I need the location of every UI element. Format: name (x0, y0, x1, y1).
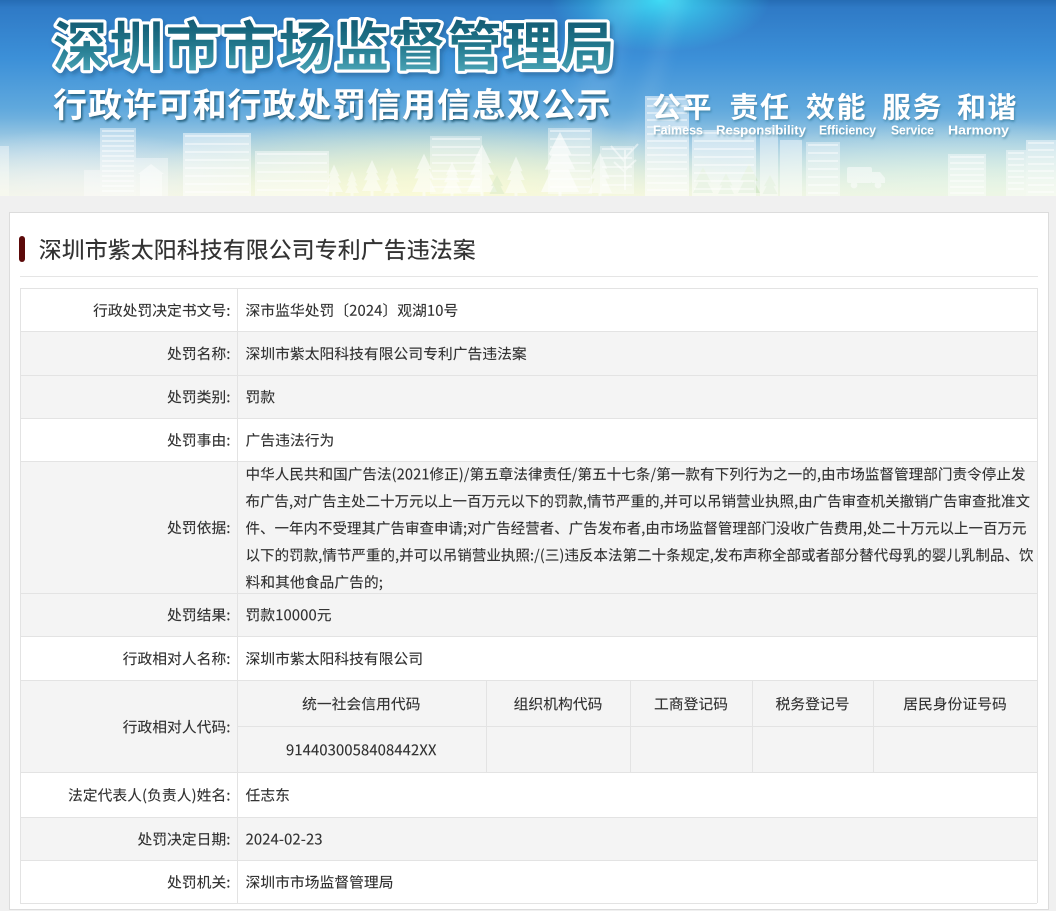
svg-text:Faimess: Faimess (653, 123, 703, 138)
svg-text:Service: Service (891, 123, 934, 138)
svg-text:Harmony: Harmony (948, 123, 1010, 138)
svg-text:Efficiency: Efficiency (819, 123, 877, 138)
svg-text:Responsibility: Responsibility (716, 123, 807, 138)
